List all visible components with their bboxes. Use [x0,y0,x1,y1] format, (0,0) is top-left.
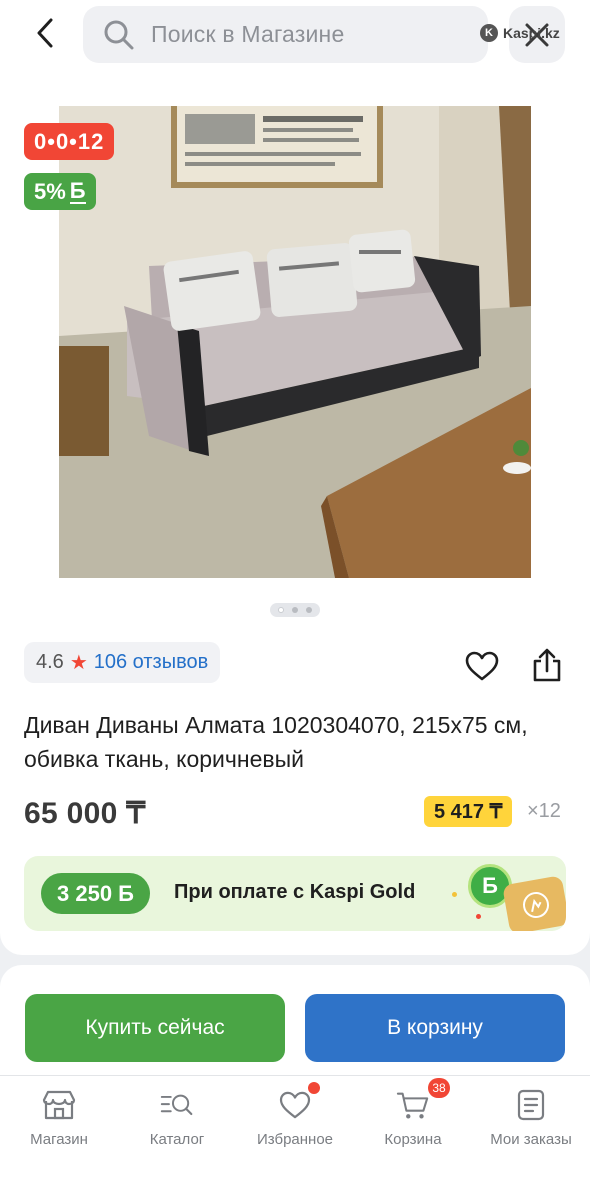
kaspi-logo-icon: K [480,24,498,42]
sparkle-decoration [452,892,457,897]
orders-icon [514,1088,548,1122]
star-icon: ★ [69,652,88,674]
gallery-dot[interactable] [306,607,312,613]
cart-count-badge: 38 [428,1078,450,1098]
search-icon [104,20,134,49]
kaspi-watermark: K Kaspi.kz [480,24,560,42]
heart-icon [278,1082,320,1122]
monthly-payment-badge[interactable]: 5 417 ₸ [424,796,513,827]
buy-now-button[interactable]: Купить сейчас [25,994,285,1062]
tab-label: Корзина [384,1131,442,1148]
tab-store[interactable]: Магазин [0,1076,118,1166]
kaspi-gold-banner[interactable]: 3 250 Б При оплате с Kaspi Gold Б [24,856,566,931]
installment-months: ×12 [527,800,561,822]
gold-bonus-pill: 3 250 Б [41,873,150,914]
bonus-symbol: Б [69,177,86,204]
rating-value: 4.6 [36,651,64,673]
tab-label: Мои заказы [490,1131,572,1148]
share-button[interactable] [527,644,567,686]
product-title: Диван Диваны Алмата 1020304070, 215x75 с… [24,712,528,772]
tab-label: Избранное [256,1131,334,1148]
tab-catalog[interactable]: Каталог [118,1076,236,1166]
bottom-tab-bar: Магазин Каталог Избранное 38 Корзина Мои… [0,1075,590,1200]
tab-label: Каталог [149,1131,205,1148]
store-icon [42,1088,76,1122]
bonus-badge: 5% Б [24,173,96,210]
watermark-text: Kaspi.kz [503,25,560,41]
product-image[interactable] [59,106,531,578]
back-button[interactable] [24,12,66,54]
chevron-left-icon [37,18,53,48]
favorite-button[interactable] [462,646,502,686]
gallery-dot[interactable] [292,607,298,613]
installment-badge: 0•0•12 [24,123,115,160]
tab-label: Магазин [30,1131,88,1148]
cart-icon: 38 [396,1078,450,1122]
rating-chip[interactable]: 4.6 ★ 106 отзывов [24,642,221,683]
gallery-dot[interactable] [278,607,284,613]
product-price: 65 000 ₸ [24,797,146,830]
search-placeholder: Поиск в Магазине [151,21,345,47]
gallery-pagination[interactable] [270,603,320,617]
gold-banner-text: При оплате с Kaspi Gold [174,881,416,903]
favorites-notification-dot [308,1082,320,1094]
search-input[interactable]: Поиск в Магазине [83,6,488,63]
bonus-percent: 5% [34,178,66,204]
catalog-search-icon [160,1088,194,1122]
share-icon [533,648,561,682]
tab-cart[interactable]: 38 Корзина [354,1076,472,1166]
heart-icon [465,651,499,681]
add-to-cart-button[interactable]: В корзину [305,994,565,1062]
sofa-photo [59,106,531,578]
kaspi-gold-card-icon [502,875,566,931]
sparkle-decoration [476,914,481,919]
reviews-link[interactable]: 106 отзывов [94,651,208,674]
tab-orders[interactable]: Мои заказы [472,1076,590,1166]
tab-favorites[interactable]: Избранное [236,1076,354,1166]
